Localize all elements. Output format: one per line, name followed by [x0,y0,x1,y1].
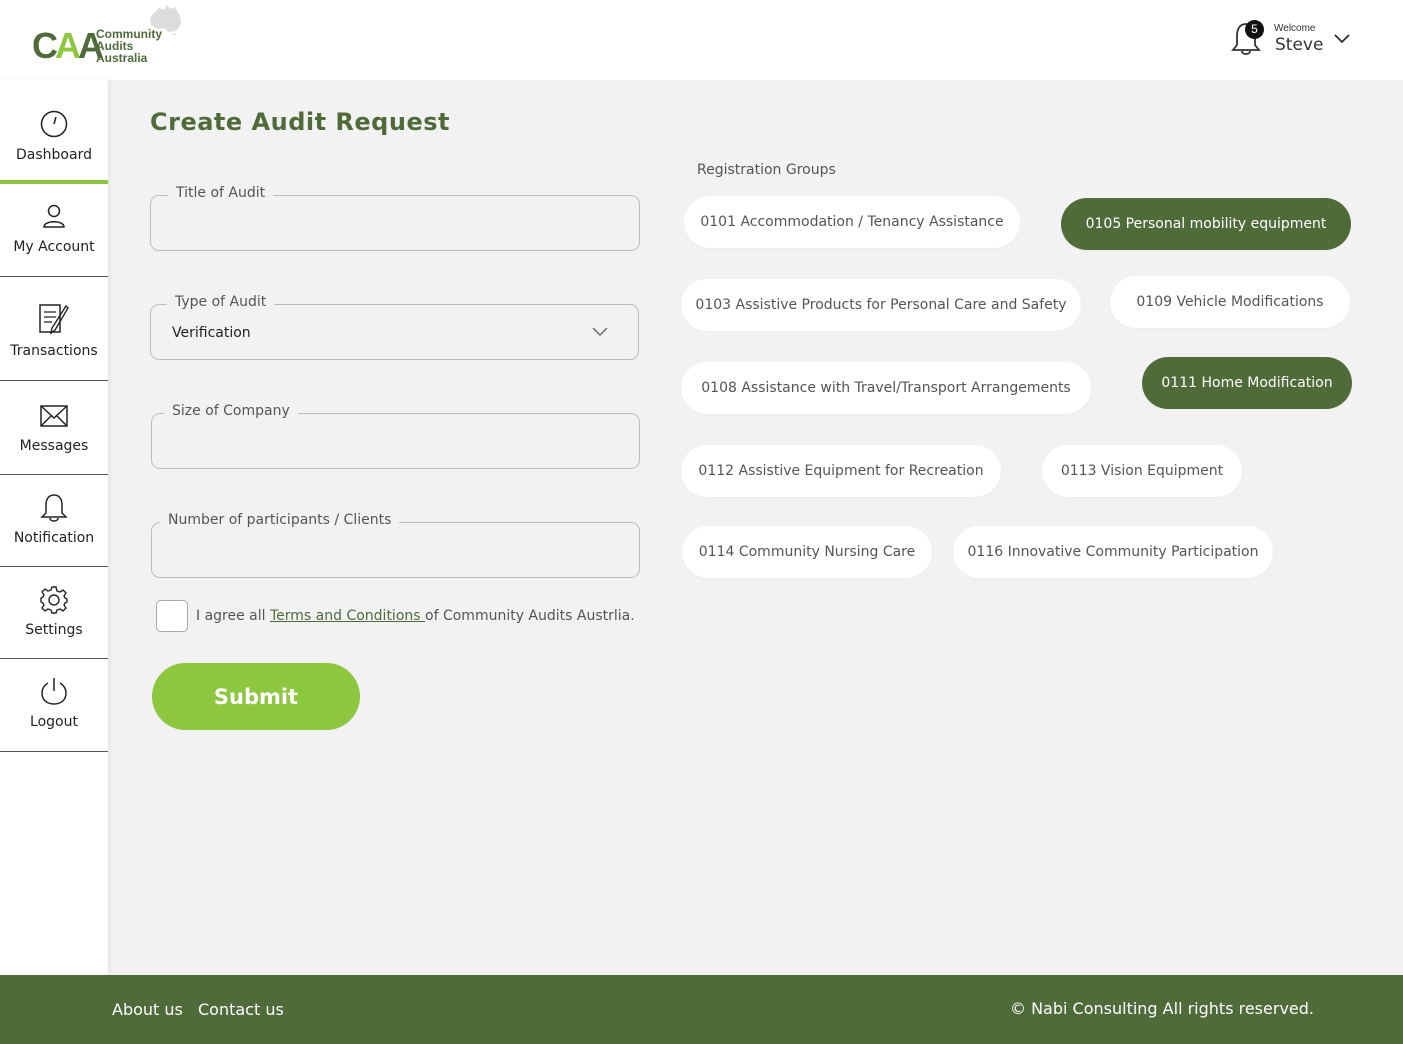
sidebar-label-settings: Settings [25,622,83,638]
username: Steve [1275,35,1324,55]
user-icon [43,204,65,228]
title-of-audit-field: Title of Audit [150,185,640,251]
logo-mark: CAA [32,25,104,66]
bell-icon [40,494,68,522]
registration-group-chip[interactable]: 0108 Assistance with Travel/Transport Ar… [681,362,1091,414]
envelope-icon [40,405,68,427]
terms-suffix: of Community Audits Austrlia. [425,608,635,624]
top-header: CAA Community Audits Australia 5 Welcome… [0,0,1403,80]
sidebar-item-my-account[interactable]: My Account [0,184,108,277]
type-of-audit-value: Verification [172,325,251,341]
sidebar-item-logout[interactable]: Logout [0,659,108,752]
sidebar-label-my-account: My Account [13,239,95,255]
sidebar-item-transactions[interactable]: Transactions [0,277,108,381]
registration-group-chip[interactable]: 0109 Vehicle Modifications [1110,276,1350,328]
size-of-company-field: Size of Company [151,403,640,469]
copyright-text: © Nabi Consulting All rights reserved. [1010,999,1314,1018]
registration-group-chip[interactable]: 0112 Assistive Equipment for Recreation [681,445,1001,497]
sidebar-label-messages: Messages [19,438,89,454]
registration-group-chip[interactable]: 0113 Vision Equipment [1042,445,1242,497]
participants-input[interactable] [152,523,639,577]
registration-groups-title: Registration Groups [697,162,836,178]
terms-and-conditions-link[interactable]: Terms and Conditions [270,608,425,624]
dashboard-icon [40,110,68,138]
sidebar-item-notification[interactable]: Notification [0,475,108,567]
registration-group-chip-selected[interactable]: 0105 Personal mobility equipment [1061,198,1351,250]
sidebar-label-dashboard: Dashboard [16,147,92,163]
sidebar-label-transactions: Transactions [10,343,98,359]
submit-button[interactable]: Submit [152,663,360,730]
user-menu-chevron-down-icon[interactable] [1333,32,1351,46]
registration-group-chip[interactable]: 0103 Assistive Products for Personal Car… [681,279,1081,331]
participants-field: Number of participants / Clients [151,512,640,578]
sidebar: Dashboard My Account Transactions Messag… [0,80,108,975]
sidebar-label-notification: Notification [13,530,95,546]
footer: About us Contact us © Nabi Consulting Al… [0,975,1403,1044]
title-of-audit-input[interactable] [151,196,639,250]
gear-icon [40,586,68,614]
sidebar-item-settings[interactable]: Settings [0,567,108,659]
power-icon [41,678,67,705]
welcome-label: Welcome [1274,23,1316,34]
terms-checkbox[interactable] [156,600,188,632]
company-logo[interactable]: CAA Community Audits Australia [30,4,185,66]
contact-us-link[interactable]: Contact us [198,1000,284,1019]
transactions-icon [39,304,69,335]
type-of-audit-label: Type of Audit [167,294,275,310]
registration-group-chip[interactable]: 0101 Accommodation / Tenancy Assistance [684,196,1020,248]
about-us-link[interactable]: About us [112,1000,183,1019]
australia-map-icon [150,5,181,36]
sidebar-label-logout: Logout [30,714,78,730]
registration-group-chip[interactable]: 0114 Community Nursing Care [682,526,932,578]
page-title: Create Audit Request [150,108,450,136]
registration-group-chip-selected[interactable]: 0111 Home Modification [1142,357,1352,409]
type-of-audit-select[interactable]: Type of Audit Verification [150,294,639,360]
sidebar-item-messages[interactable]: Messages [0,381,108,475]
notification-count-badge: 5 [1245,20,1264,39]
terms-prefix: I agree all [196,608,270,624]
registration-group-chip[interactable]: 0116 Innovative Community Participation [953,526,1273,578]
chevron-down-icon [592,327,608,336]
size-of-company-input[interactable] [152,414,639,468]
sidebar-item-dashboard[interactable]: Dashboard [0,80,108,184]
terms-text: I agree all Terms and Conditions of Comm… [196,608,635,624]
